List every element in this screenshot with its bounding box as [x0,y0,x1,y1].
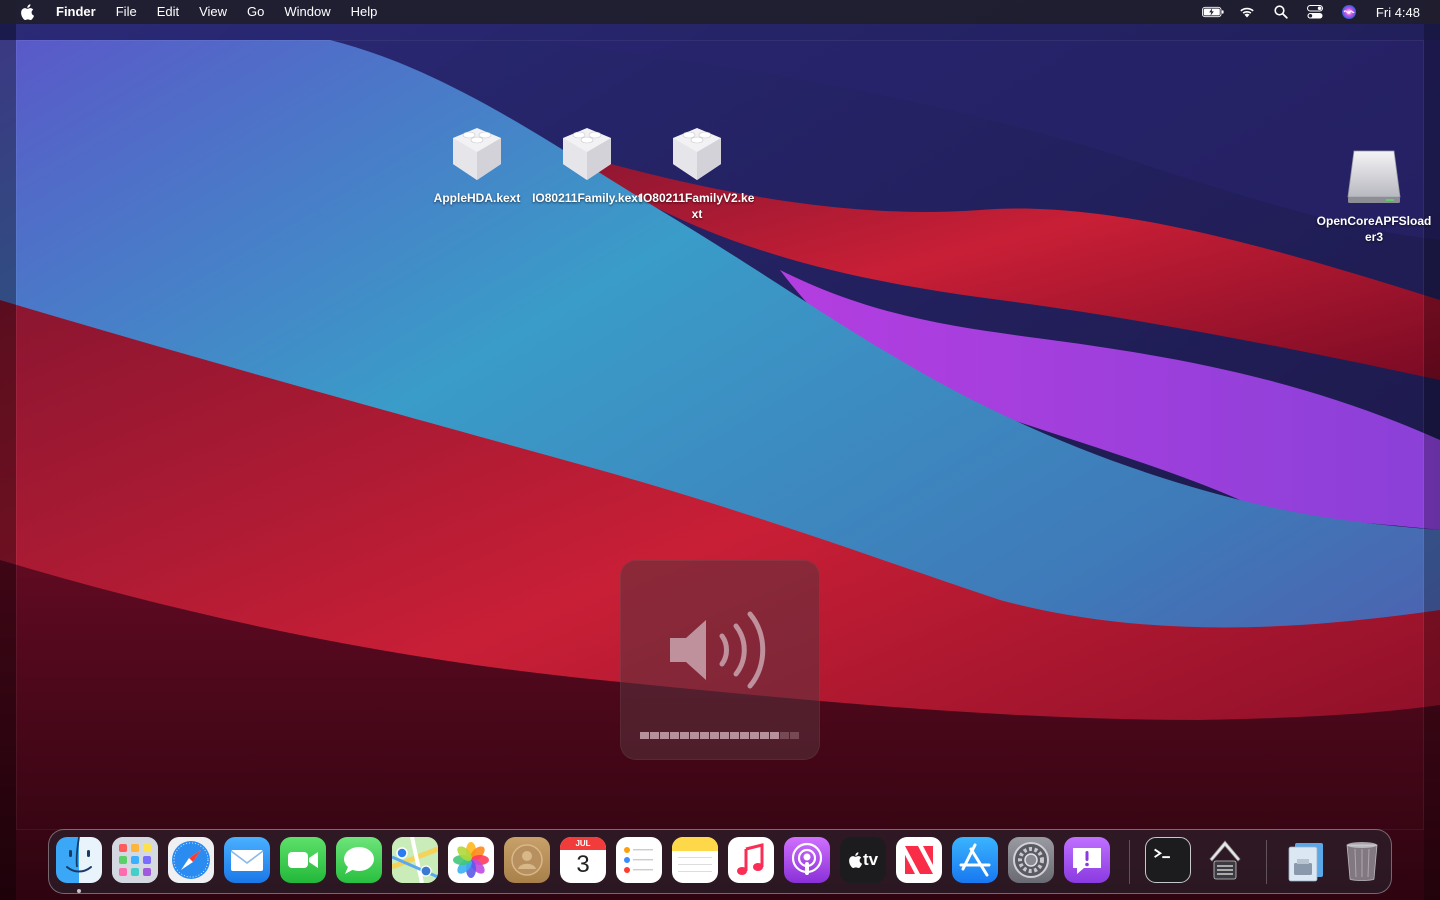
dock-finder[interactable] [56,837,102,883]
volume-segment [700,732,709,739]
downloads-stack-icon [1288,843,1323,882]
menu-app-name[interactable]: Finder [46,0,106,24]
dock-trash[interactable] [1339,837,1385,883]
dock-messages[interactable] [336,837,382,883]
wifi-icon[interactable] [1236,0,1258,24]
volume-segment [710,732,719,739]
menu-edit[interactable]: Edit [147,0,189,24]
volume-segment [750,732,759,739]
desktop-icon-io80211familyv2[interactable]: IO80211FamilyV2.kext [637,122,757,222]
volume-segment [720,732,729,739]
apple-tv-label: tv [862,850,879,869]
volume-segment [770,732,779,739]
apple-logo-icon[interactable] [16,0,38,24]
volume-segment [680,732,689,739]
dock-divider [1266,840,1267,884]
dock-app-store[interactable] [952,837,998,883]
feedback-assistant-icon [1073,848,1101,874]
kext-bundle-icon [555,122,619,186]
dock-system-information[interactable] [1202,837,1248,883]
dock: JUL 3 tv [48,829,1392,894]
dock-music[interactable] [728,837,774,883]
spotlight-search-icon[interactable] [1270,0,1292,24]
finder-icon [66,837,92,873]
dock-feedback-assistant[interactable] [1064,837,1110,883]
menu-view[interactable]: View [189,0,237,24]
volume-segment [690,732,699,739]
system-preferences-icon [1013,842,1049,878]
kext-bundle-icon [445,122,509,186]
volume-segment [780,732,789,739]
volume-segment [730,732,739,739]
menu-file[interactable]: File [106,0,147,24]
dock-apple-tv[interactable]: tv [840,837,886,883]
desktop-icon-label: AppleHDA.kext [433,191,521,205]
volume-segment [670,732,679,739]
dock-notes[interactable] [672,837,718,883]
volume-segment [640,732,649,739]
siri-icon[interactable] [1338,0,1360,24]
photos-icon [453,842,489,878]
finder-running-indicator [77,889,81,893]
calendar-day: 3 [576,851,590,878]
dock-divider [1129,840,1130,884]
dock-contacts[interactable] [504,837,550,883]
terminal-icon [1154,848,1170,859]
dock-podcasts[interactable] [784,837,830,883]
desktop-icon-applehda[interactable]: AppleHDA.kext [417,122,537,206]
external-drive-icon [1342,145,1406,209]
dock-news[interactable] [896,837,942,883]
news-icon [905,846,933,874]
podcasts-icon [791,842,823,875]
desktop-icon-label: IO80211FamilyV2.kext [639,191,755,221]
volume-segment [760,732,769,739]
dock-facetime[interactable] [280,837,326,883]
contacts-icon [511,844,543,876]
desktop-icon-label: IO80211Family.kext [532,191,642,205]
dock-safari[interactable] [168,837,214,883]
notes-icon [672,837,718,872]
desktop-icon-label: OpenCoreAPFSloader3 [1316,214,1432,244]
volume-level-bar [640,732,800,739]
music-icon [737,843,764,875]
desktop-icon-io80211family[interactable]: IO80211Family.kext [527,122,647,206]
apple-tv-icon [849,852,862,868]
menu-help[interactable]: Help [341,0,388,24]
speaker-volume-icon [670,611,766,689]
reminders-icon [624,847,653,873]
volume-segment [740,732,749,739]
safari-icon [172,841,210,879]
volume-segment [790,732,799,739]
volume-segment [650,732,659,739]
dock-maps[interactable] [392,837,438,883]
dock-terminal[interactable] [1145,837,1191,883]
kext-bundle-icon [665,122,729,186]
volume-segment [660,732,669,739]
menu-bar: Finder File Edit View Go Window Help Fri… [0,0,1440,24]
dock-mail[interactable] [224,837,270,883]
mail-icon [230,850,264,871]
launchpad-icon [112,837,158,883]
dock-system-preferences[interactable] [1008,837,1054,883]
system-information-icon [1209,840,1241,880]
dock-downloads-stack[interactable] [1283,837,1329,883]
messages-icon [344,847,374,874]
maps-icon [392,837,438,883]
desktop-icon-opencore-drive[interactable]: OpenCoreAPFSloader3 [1314,145,1434,245]
control-center-icon[interactable] [1304,0,1326,24]
volume-hud [620,560,820,760]
dock-launchpad[interactable] [112,837,158,883]
app-store-icon [959,843,991,877]
menu-window[interactable]: Window [274,0,340,24]
calendar-month: JUL [560,837,606,850]
dock-calendar[interactable]: JUL 3 [560,837,606,883]
dock-reminders[interactable] [616,837,662,883]
menu-go[interactable]: Go [237,0,274,24]
dock-photos[interactable] [448,837,494,883]
battery-charging-icon[interactable] [1201,0,1224,24]
facetime-icon [288,852,318,868]
trash-icon [1346,842,1378,881]
menu-clock[interactable]: Fri 4:48 [1376,5,1420,20]
